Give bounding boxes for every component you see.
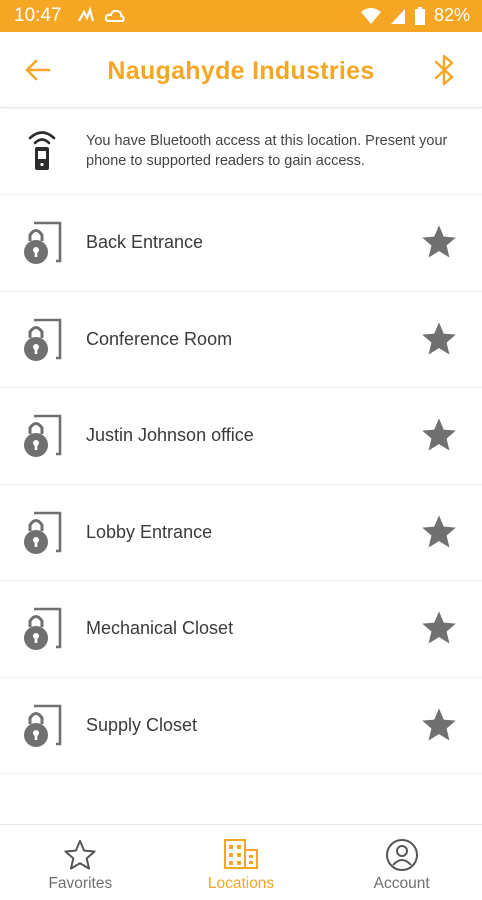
list-item[interactable]: Conference Room — [0, 292, 482, 388]
page-title: Naugahyde Industries — [107, 57, 375, 85]
cloud-icon — [104, 9, 125, 22]
status-right: 82% — [360, 5, 470, 26]
phone-signal-icon — [28, 131, 56, 170]
battery-level: 82% — [433, 5, 470, 25]
account-icon — [385, 839, 418, 871]
star-icon[interactable] — [420, 513, 458, 551]
star-icon[interactable] — [420, 416, 458, 454]
list-item[interactable]: Lobby Entrance — [0, 485, 482, 581]
door-name: Conference Room — [86, 328, 233, 349]
list-item[interactable]: Back Entrance — [0, 195, 482, 292]
star-icon[interactable] — [420, 609, 458, 647]
star-icon[interactable] — [420, 223, 458, 261]
nav-label: Favorites — [48, 875, 113, 892]
star-icon[interactable] — [420, 320, 458, 358]
list-item[interactable]: Mechanical Closet — [0, 581, 482, 678]
status-time: 10:47 — [14, 5, 62, 26]
star-outline-icon — [64, 839, 96, 870]
bottom-nav: Favorites Locations Account — [0, 824, 482, 900]
battery-icon — [414, 6, 425, 25]
door-list: Back Entrance Conference Room Justin Joh… — [0, 195, 482, 774]
nav-account[interactable]: Account — [321, 825, 482, 900]
door-name: Lobby Entrance — [86, 521, 213, 542]
list-item[interactable]: Supply Closet — [0, 678, 482, 774]
status-bar: 10:47 82% — [0, 0, 482, 32]
door-lock-icon — [24, 318, 62, 361]
door-name: Supply Closet — [86, 714, 198, 735]
bluetooth-button[interactable] — [424, 50, 464, 90]
door-lock-icon — [24, 221, 62, 264]
nav-locations[interactable]: Locations — [161, 825, 322, 900]
activity-icon — [78, 6, 95, 22]
door-lock-icon — [24, 607, 62, 650]
wifi-icon — [360, 7, 381, 24]
signal-icon — [390, 8, 405, 24]
nav-label: Account — [373, 875, 430, 892]
door-name: Justin Johnson office — [86, 425, 254, 445]
nav-favorites[interactable]: Favorites — [0, 825, 161, 900]
door-lock-icon — [24, 704, 62, 747]
list-item[interactable]: Justin Johnson office — [0, 388, 482, 485]
bluetooth-notice: You have Bluetooth access at this locati… — [0, 109, 482, 195]
door-name: Back Entrance — [86, 232, 204, 252]
nav-label: Locations — [207, 875, 275, 892]
app-bar: Naugahyde Industries — [0, 32, 482, 108]
door-name: Mechanical Closet — [86, 618, 234, 638]
star-icon[interactable] — [420, 706, 458, 744]
building-icon — [224, 839, 258, 869]
bluetooth-icon — [434, 54, 454, 86]
door-lock-icon — [24, 511, 62, 554]
notification-icons — [76, 6, 126, 26]
notice-text: You have Bluetooth access at this locati… — [86, 133, 448, 169]
door-lock-icon — [24, 414, 62, 457]
